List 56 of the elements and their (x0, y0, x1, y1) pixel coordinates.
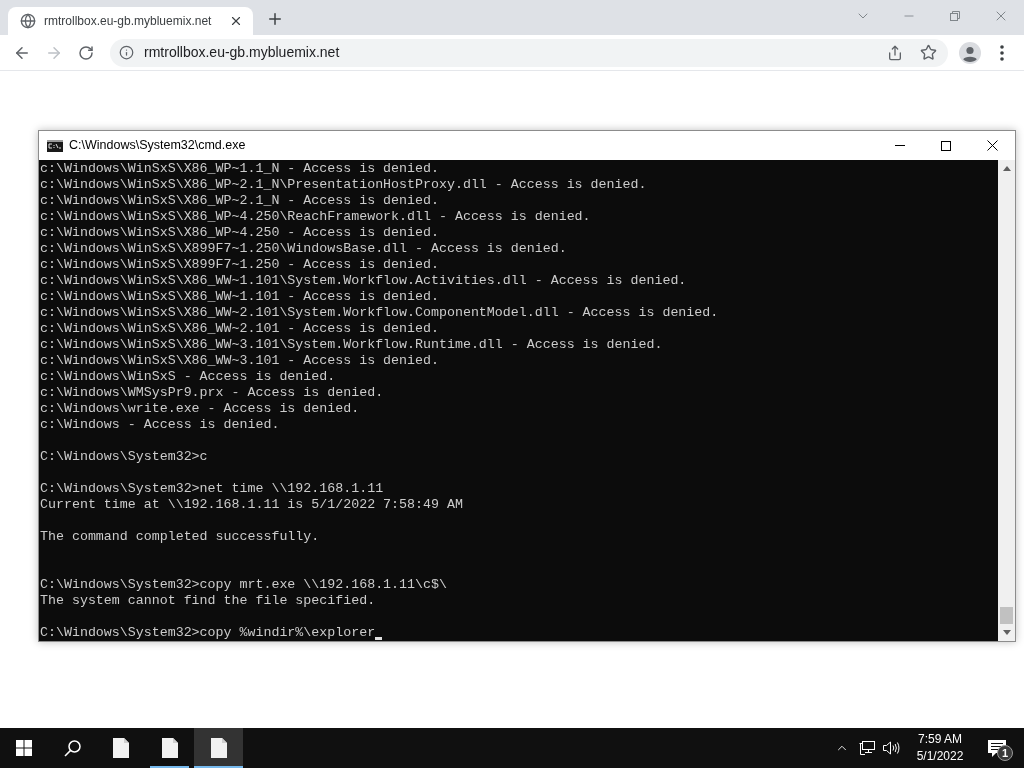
menu-icon (1000, 44, 1004, 61)
console-line: c:\Windows\WinSxS\X899F7~1.250 - Access is denied. (40, 257, 439, 273)
plus-icon (266, 10, 284, 28)
console-line: c:\Windows\WinSxS\X86_WP~2.1_N\PresentationHostProxy.dll - Access is denied. (40, 177, 647, 193)
console-line: c:\Windows\WinSxS\X86_WW~1.101\System.Workflow.Activities.dll - Access is denied. (40, 273, 687, 289)
console-line: c:\Windows\WinSxS - Access is denied. (40, 369, 336, 385)
speaker-icon (883, 741, 900, 755)
maximize-icon (941, 140, 951, 151)
console-line: c:\Windows\WinSxS\X86_WP~1.1_N - Access is denied. (40, 161, 439, 177)
document-icon (112, 738, 129, 758)
document-icon (161, 738, 178, 758)
console-line: C:\Windows\System32>net time \\192.168.1.11 (40, 481, 384, 497)
document-icon (210, 738, 227, 758)
taskbar-app-button[interactable] (194, 728, 243, 768)
console-line: c:\Windows\WinSxS\X86_WW~2.101 - Access is denied. (40, 321, 439, 337)
caret-down-icon (1002, 630, 1011, 635)
close-icon (986, 140, 998, 151)
scrollbar-thumb[interactable] (1000, 607, 1013, 624)
console-line: c:\Windows\WinSxS\X86_WW~2.101\System.Workflow.ComponentModel.dll - Access is denied. (40, 305, 719, 321)
window-title: C:\Windows\System32\cmd.exe (69, 137, 246, 155)
console-icon (47, 139, 63, 152)
notification-badge: 1 (997, 745, 1013, 761)
share-icon (887, 44, 903, 61)
restore-icon (950, 11, 960, 21)
globe-icon (20, 13, 36, 29)
search-icon (63, 739, 81, 757)
address-bar[interactable]: rmtrollbox.eu-gb.mybluemix.net (110, 38, 948, 67)
star-icon (919, 44, 937, 61)
windows-logo-icon (16, 740, 32, 756)
clock-date: 5/1/2022 (916, 748, 964, 765)
console-line: c:\Windows\WinSxS\X86_WW~1.101 - Access is denied. (40, 289, 439, 305)
console-line: c:\Windows\WinSxS\X86_WW~3.101 - Access is denied. (40, 353, 439, 369)
console-input-line[interactable]: C:\Windows\System32>copy %windir%\explorer (40, 625, 376, 641)
console-line: The system cannot find the file specified. (40, 593, 376, 609)
console-line: C:\Windows\System32>c (40, 449, 208, 465)
console-line: c:\Windows\WMSysPr9.prx - Access is denied. (40, 385, 384, 401)
console-line: c:\Windows\WinSxS\X86_WP~4.250 - Access is denied. (40, 225, 439, 241)
console-line: c:\Windows\write.exe - Access is denied. (40, 401, 360, 417)
console-line: C:\Windows\System32>copy mrt.exe \\192.168.1.11\c$\ (40, 577, 447, 593)
clock-time: 7:59 AM (918, 731, 962, 748)
console-line: c:\Windows\WinSxS\X86_WW~3.101\System.Workflow.Runtime.dll - Access is denied. (40, 337, 663, 353)
minimize-icon (895, 145, 905, 146)
console-line: c:\Windows\WinSxS\X899F7~1.250\WindowsBase.dll - Access is denied. (40, 241, 567, 257)
network-icon (858, 740, 875, 756)
person-icon (959, 41, 981, 64)
info-icon (119, 45, 134, 60)
reload-icon (78, 44, 94, 61)
console-line: c:\Windows\WinSxS\X86_WP~2.1_N - Access is denied. (40, 193, 439, 209)
console-line: The command completed successfully. (40, 529, 320, 545)
close-icon (229, 14, 243, 28)
notifications-button[interactable]: 1 (976, 728, 1018, 768)
console-line: Current time at \\192.168.1.11 is 5/1/2022 7:58:49 AM (40, 497, 463, 513)
browser-tab[interactable]: rmtrollbox.eu-gb.mybluemix.net (8, 7, 253, 35)
console-line: c:\Windows - Access is denied. (40, 417, 280, 433)
console-line: c:\Windows\WinSxS\X86_WP~4.250\ReachFramework.dll - Access is denied. (40, 209, 591, 225)
caret-up-icon (1002, 166, 1011, 171)
